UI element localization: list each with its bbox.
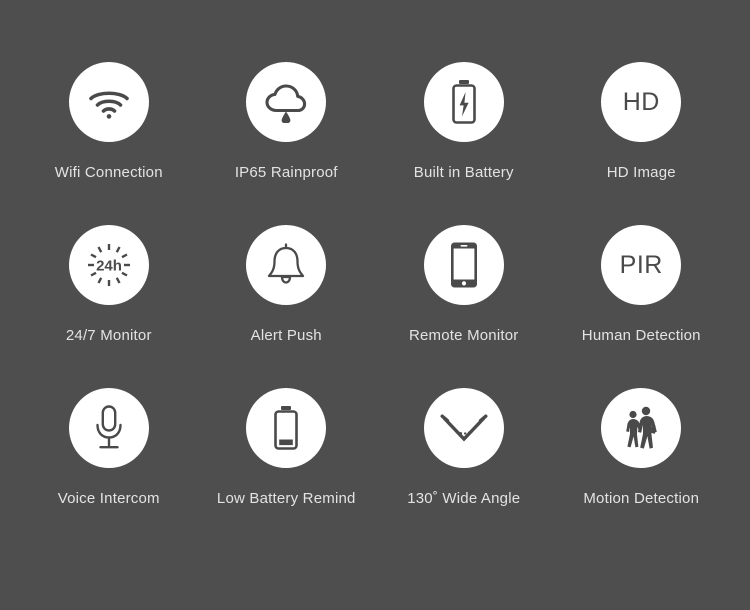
hd-text-icon: HD	[622, 87, 660, 116]
feature-label: IP65 Rainproof	[234, 164, 338, 181]
feature-grid: Wifi Connection IP65 Rainproof Built in …	[0, 0, 750, 610]
pir-text-icon: PIR	[619, 250, 663, 279]
icon-circle	[601, 388, 682, 468]
feature-item-wide-angle: 130˚ Wide Angle	[375, 388, 553, 551]
icon-circle	[423, 388, 504, 468]
twenty-four-hour-icon: 24h	[86, 242, 132, 288]
feature-label: Built in Battery	[413, 164, 514, 181]
feature-item-voice-intercom: Voice Intercom	[20, 388, 198, 551]
microphone-icon	[91, 404, 127, 452]
bell-icon	[265, 243, 307, 287]
rain-cloud-icon	[263, 81, 309, 123]
feature-label: Wifi Connection	[54, 164, 163, 181]
feature-item-wifi-connection: Wifi Connection	[20, 62, 198, 225]
feature-label: HD Image	[606, 164, 676, 181]
feature-label: Human Detection	[581, 327, 701, 344]
icon-circle	[423, 225, 504, 305]
feature-label: Voice Intercom	[57, 490, 160, 507]
icon-circle: HD	[601, 62, 682, 142]
icon-circle: 24h	[68, 225, 149, 305]
icon-circle	[246, 225, 327, 305]
icon-circle	[68, 62, 149, 142]
feature-item-ip65-rainproof: IP65 Rainproof	[198, 62, 376, 225]
feature-label: Low Battery Remind	[216, 490, 356, 507]
feature-label: 130˚ Wide Angle	[407, 490, 521, 507]
feature-item-remote-monitor: Remote Monitor	[375, 225, 553, 388]
feature-label: Remote Monitor	[408, 327, 519, 344]
smartphone-icon	[449, 241, 479, 289]
icon-circle	[246, 388, 327, 468]
feature-item-built-in-battery: Built in Battery	[375, 62, 553, 225]
low-battery-icon	[270, 404, 302, 452]
feature-item-24-7-monitor: 24h 24/7 Monitor	[20, 225, 198, 388]
wide-angle-icon	[440, 412, 488, 444]
feature-item-motion-detection: Motion Detection	[553, 388, 731, 551]
feature-label: 24/7 Monitor	[65, 327, 152, 344]
feature-item-hd-image: HD HD Image	[553, 62, 731, 225]
icon-circle	[246, 62, 327, 142]
feature-item-low-battery-remind: Low Battery Remind	[198, 388, 376, 551]
icon-circle	[423, 62, 504, 142]
battery-charging-icon	[448, 78, 480, 126]
feature-item-alert-push: Alert Push	[198, 225, 376, 388]
feature-item-human-detection: PIR Human Detection	[553, 225, 731, 388]
wifi-icon	[87, 84, 131, 120]
svg-text:24h: 24h	[96, 258, 122, 275]
icon-circle: PIR	[601, 225, 682, 305]
icon-circle	[68, 388, 149, 468]
feature-label: Alert Push	[250, 327, 322, 344]
walking-people-icon	[620, 405, 662, 451]
feature-label: Motion Detection	[583, 490, 700, 507]
